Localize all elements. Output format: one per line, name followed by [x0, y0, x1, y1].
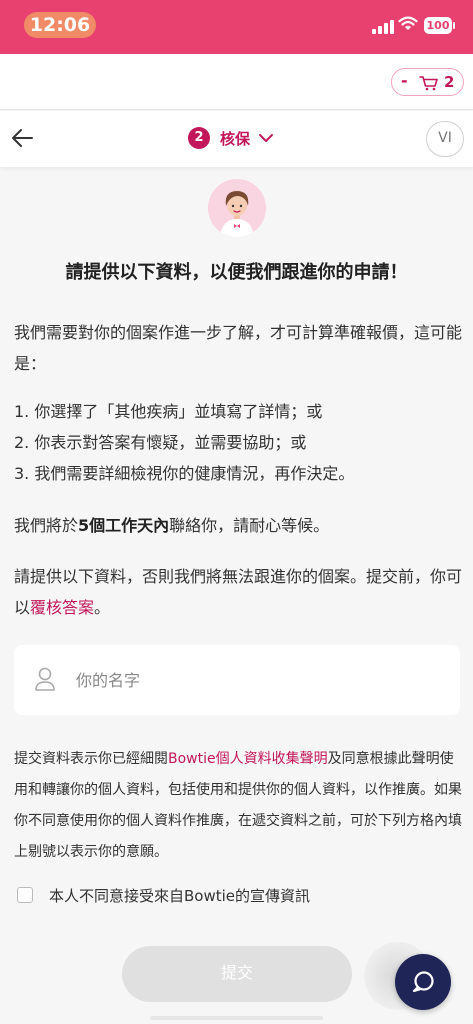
agent-avatar: [208, 179, 266, 237]
home-indicator: [150, 1016, 323, 1020]
privacy-statement: 提交資料表示你已經細閱Bowtie個人資料收集聲明及同意根據此聲明使用和轉讓你的…: [14, 744, 464, 868]
contact-prefix: 我們將於: [14, 516, 79, 535]
wifi-icon: [398, 16, 418, 30]
list-item: 3. 我們需要詳細檢視你的健康情況，再作決定。: [14, 464, 355, 483]
step-selector[interactable]: 2 核保: [188, 126, 274, 150]
privacy-suffix: 及同意根據此聲明使用和轉讓你的個人資料，包括使用和提供你的個人資料，以作推廣。如…: [14, 751, 462, 860]
privacy-policy-link[interactable]: Bowtie個人資料收集聲明: [168, 751, 328, 767]
chat-button[interactable]: [395, 954, 451, 1010]
privacy-prefix: 提交資料表示你已經細閱: [14, 751, 168, 767]
step-label: 核保: [220, 129, 251, 148]
name-field[interactable]: [14, 645, 460, 715]
cart-button[interactable]: - 2: [391, 68, 464, 96]
cellular-signal-icon: [372, 20, 394, 34]
step-number-badge: 2: [188, 127, 210, 149]
battery-tip: [453, 22, 455, 29]
intro-text: 我們需要對你的個案作進一步了解，才可計算準確報價，這可能是：: [14, 323, 463, 373]
cart-minus: -: [401, 71, 408, 90]
provide-notice: 請提供以下資料，否則我們將無法跟進你的個案。提交前，你可以覆核答案。: [14, 561, 464, 623]
status-time: 12:06: [24, 12, 96, 38]
contact-notice: 我們將於5個工作天內聯絡你，請耐心等候。: [14, 510, 464, 541]
language-button[interactable]: VI: [426, 121, 464, 157]
contact-suffix: 聯絡你，請耐心等候。: [169, 516, 330, 535]
nav-bar: 2 核保 VI: [0, 111, 473, 167]
page-title: 請提供以下資料，以便我們跟進你的申請！: [65, 262, 408, 283]
cart-count: 2: [444, 73, 455, 91]
chat-icon: [412, 971, 434, 993]
contact-timeframe: 5個工作天內: [78, 516, 170, 535]
submit-button[interactable]: 提交: [122, 946, 352, 1002]
battery-icon: 100: [424, 17, 452, 34]
user-icon: [35, 667, 55, 691]
consent-checkbox[interactable]: [17, 887, 33, 903]
marketing-consent[interactable]: 本人不同意接受來自Bowtie的宣傳資訊: [17, 881, 310, 909]
chevron-down-icon: [259, 134, 274, 142]
agent-avatar-illustration: [208, 179, 266, 237]
name-input[interactable]: [76, 665, 436, 695]
list-item: 2. 你表示對答案有懷疑，並需要協助；或: [14, 433, 307, 452]
consent-label: 本人不同意接受來自Bowtie的宣傳資訊: [49, 886, 311, 905]
status-bar: 12:06 100: [0, 0, 473, 54]
review-answers-link[interactable]: 覆核答案: [30, 598, 94, 617]
list-item: 1. 你選擇了「其他疾病」並填寫了詳情；或: [14, 402, 323, 421]
cart-icon: [419, 76, 438, 91]
arrow-left-icon[interactable]: [10, 125, 36, 151]
reasons-list: 1. 你選擇了「其他疾病」並填寫了詳情；或 2. 你表示對答案有懷疑，並需要協助…: [14, 396, 464, 489]
cart-bar: - 2: [0, 54, 473, 110]
provide-end: 。: [94, 598, 111, 617]
